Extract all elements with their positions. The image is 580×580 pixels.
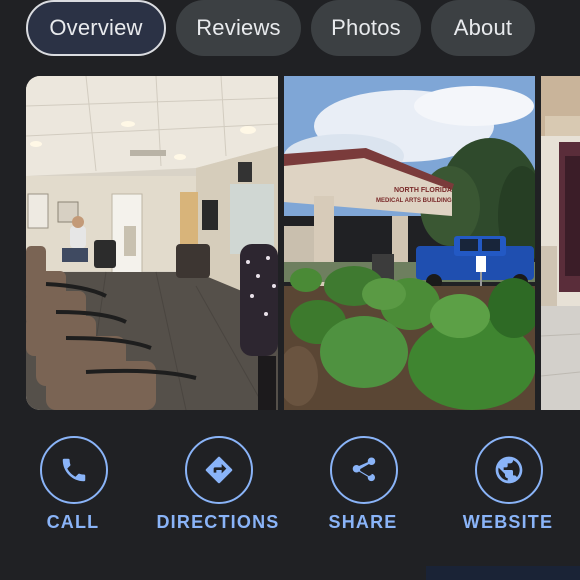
call-button[interactable]: CALL xyxy=(0,436,148,546)
call-circle xyxy=(40,436,108,504)
globe-icon xyxy=(495,456,523,484)
website-label: WEBSITE xyxy=(462,512,554,532)
directions-button[interactable]: DIRECTIONS xyxy=(143,436,293,546)
sign-line-2: MEDICAL ARTS BUILDING xyxy=(376,198,452,204)
building-exterior-photo[interactable]: NORTH FLORIDA MEDICAL ARTS BUILDING xyxy=(284,76,535,410)
website-circle xyxy=(475,436,543,504)
waiting-room-photo[interactable] xyxy=(26,76,278,410)
tab-photos[interactable]: Photos xyxy=(311,0,421,56)
sign-line-1: NORTH FLORIDA xyxy=(394,187,452,194)
share-icon xyxy=(352,457,376,482)
call-label: CALL xyxy=(46,512,100,532)
photo-carousel[interactable]: NORTH FLORIDA MEDICAL ARTS BUILDING xyxy=(26,76,580,410)
website-button[interactable]: WEBSITE xyxy=(433,436,580,546)
share-label: SHARE xyxy=(328,512,398,532)
tab-bar: Overview Reviews Photos About xyxy=(0,0,580,62)
phone-icon xyxy=(62,458,86,482)
tab-about[interactable]: About xyxy=(431,0,535,56)
share-circle xyxy=(330,436,398,504)
tab-overview[interactable]: Overview xyxy=(26,0,166,56)
bottom-sheet-edge xyxy=(426,566,580,580)
action-bar: CALL DIRECTIONS SHARE WEBSITE xyxy=(0,436,580,546)
entrance-photo[interactable] xyxy=(541,76,580,410)
tab-reviews[interactable]: Reviews xyxy=(176,0,301,56)
directions-circle xyxy=(185,436,253,504)
share-button[interactable]: SHARE xyxy=(288,436,438,546)
directions-label: DIRECTIONS xyxy=(156,512,280,532)
directions-icon xyxy=(205,456,233,484)
